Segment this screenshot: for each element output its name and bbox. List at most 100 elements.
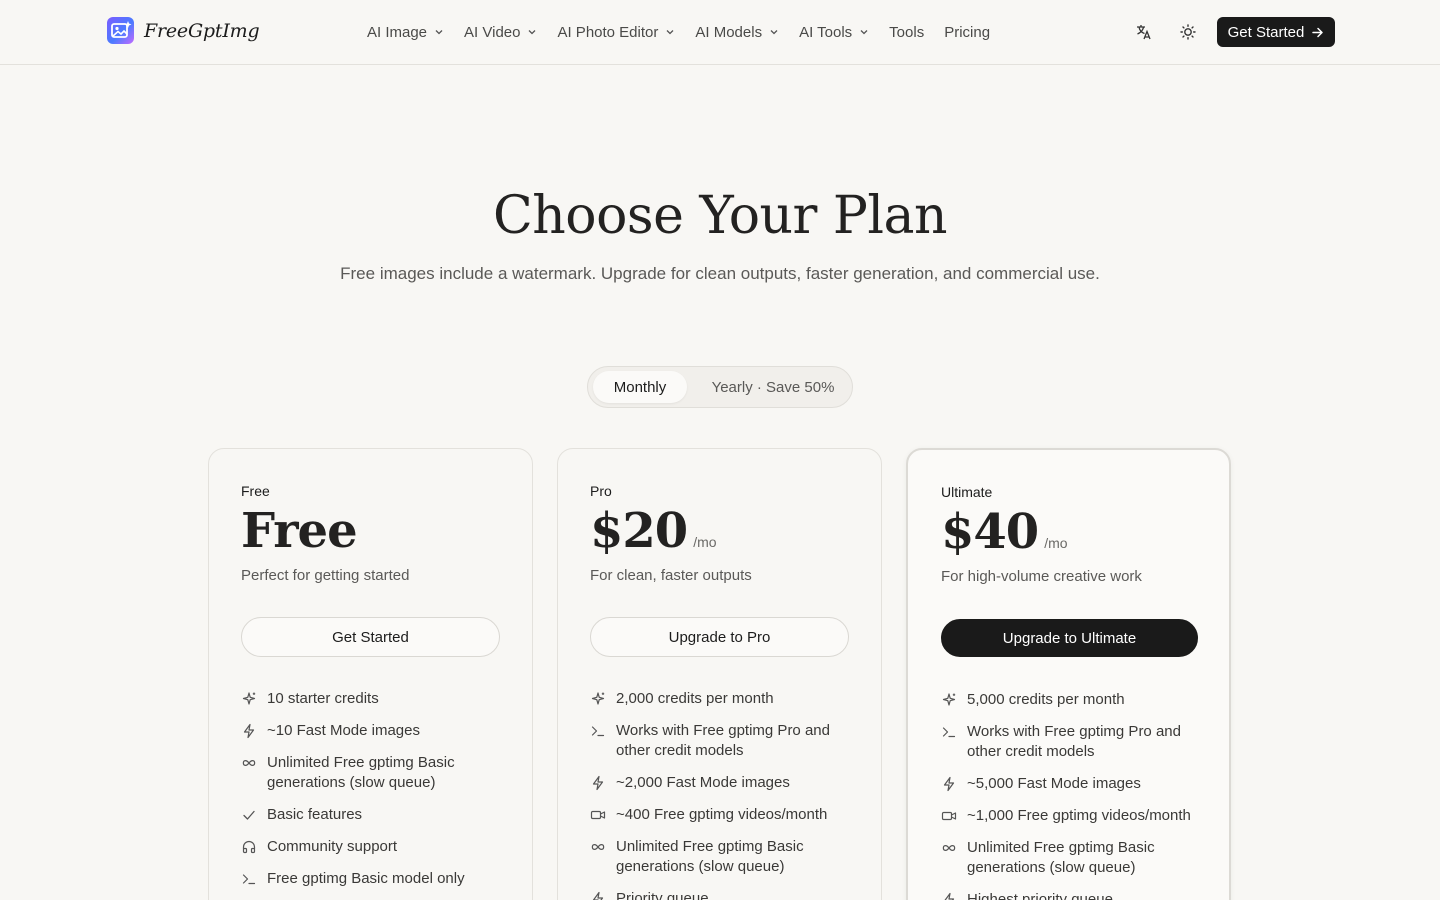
main-nav: AI Image AI Video AI Photo Editor AI Mod…: [367, 21, 1010, 43]
feature-item: Free gptimg Basic model only: [241, 869, 511, 889]
chevron-down-icon: [435, 30, 443, 35]
page-title: Choose Your Plan: [493, 186, 947, 246]
feature-text: Highest priority queue: [967, 891, 1113, 900]
feature-item: 10 starter credits: [241, 689, 511, 709]
feature-item: ~5,000 Fast Mode images: [941, 774, 1211, 794]
feature-text: 2,000 credits per month: [616, 690, 774, 707]
feature-text: Unlimited Free gptimg Basic generations …: [616, 838, 804, 875]
lightning-icon: [944, 892, 955, 900]
feature-text: Works with Free gptimg Pro and other cre…: [967, 723, 1181, 760]
feature-text: Priority queue: [616, 890, 709, 900]
page-subtitle: Free images include a watermark. Upgrade…: [340, 264, 1100, 283]
upgrade-pro-button[interactable]: Upgrade to Pro: [590, 617, 849, 657]
feature-item: Works with Free gptimg Pro and other cre…: [941, 722, 1211, 762]
feature-text: Unlimited Free gptimg Basic generations …: [967, 839, 1155, 876]
terminal-icon: [242, 874, 256, 885]
feature-item: Unlimited Free gptimg Basic generations …: [241, 753, 511, 793]
feature-text: Unlimited Free gptimg Basic generations …: [267, 754, 455, 791]
feature-item: ~2,000 Fast Mode images: [590, 773, 860, 793]
translate-icon[interactable]: [1134, 22, 1154, 42]
feature-item: Unlimited Free gptimg Basic generations …: [941, 838, 1211, 878]
nav-label: AI Photo Editor: [557, 23, 659, 41]
feature-text: 5,000 credits per month: [967, 691, 1125, 708]
feature-text: ~5,000 Fast Mode images: [967, 775, 1141, 792]
plan-description: For clean, faster outputs: [590, 567, 752, 584]
upgrade-ultimate-button[interactable]: Upgrade to Ultimate: [941, 619, 1198, 657]
feature-item: ~10 Fast Mode images: [241, 721, 511, 741]
price-period: /mo: [1044, 535, 1068, 551]
billing-toggle: Monthly Yearly · Save 50%: [587, 366, 853, 408]
lightning-icon: [592, 891, 604, 900]
plan-name: Pro: [590, 483, 612, 499]
nav-item-ai-models[interactable]: AI Models: [695, 21, 779, 43]
sparkles-icon: [591, 692, 605, 705]
billing-option-yearly[interactable]: Yearly · Save 50%: [698, 371, 848, 403]
nav-label: AI Models: [695, 23, 763, 41]
get-started-button[interactable]: Get Started: [1217, 17, 1335, 47]
price-period: /mo: [693, 534, 717, 550]
nav-item-ai-photo-editor[interactable]: AI Photo Editor: [557, 21, 675, 43]
feature-item: Community support: [241, 837, 511, 857]
nav-item-pricing[interactable]: Pricing: [944, 21, 990, 43]
nav-label: Pricing: [944, 23, 991, 41]
billing-option-monthly[interactable]: Monthly: [593, 371, 687, 403]
price-value: Free: [241, 503, 358, 559]
video-icon: [941, 811, 957, 821]
feature-text: Basic features: [267, 806, 363, 823]
plan-card-ultimate: Ultimate $40 /mo For high-volume creativ…: [906, 448, 1231, 900]
plan-name: Ultimate: [941, 484, 993, 500]
nav-label: Tools: [889, 23, 925, 41]
plan-name: Free: [241, 483, 270, 499]
feature-item: Unlimited Free gptimg Basic generations …: [590, 837, 860, 877]
feature-text: Works with Free gptimg Pro and other cre…: [616, 722, 830, 759]
feature-item: 2,000 credits per month: [590, 689, 860, 709]
feature-text: 10 starter credits: [267, 690, 379, 707]
plan-description: For high-volume creative work: [941, 568, 1142, 585]
plan-card-free: Free Free Perfect for getting started Ge…: [208, 448, 533, 900]
video-icon: [590, 810, 606, 820]
feature-item: Works with Free gptimg Pro and other cre…: [590, 721, 860, 761]
feature-list: 10 starter credits ~10 Fast Mode images Un…: [241, 689, 511, 900]
get-started-plan-button[interactable]: Get Started: [241, 617, 500, 657]
chevron-down-icon: [770, 30, 778, 35]
plan-card-pro: Pro $20 /mo For clean, faster outputs Up…: [557, 448, 882, 900]
lightning-icon: [243, 723, 255, 739]
chevron-down-icon: [529, 30, 536, 35]
logo-icon: [107, 17, 134, 44]
plan-price: Free: [241, 503, 358, 559]
nav-item-ai-tools[interactable]: AI Tools: [799, 21, 869, 43]
arrow-right-icon: [1312, 27, 1324, 37]
plan-price: $40 /mo: [941, 504, 1068, 560]
chevron-down-icon: [860, 30, 868, 35]
terminal-icon: [942, 727, 956, 738]
brand-logo[interactable]: FreeGptImg: [107, 17, 260, 44]
plan-description: Perfect for getting started: [241, 567, 410, 584]
feature-text: ~400 Free gptimg videos/month: [616, 806, 828, 823]
feature-item: ~400 Free gptimg videos/month: [590, 805, 860, 825]
nav-label: AI Video: [464, 23, 521, 41]
lightning-icon: [943, 776, 955, 792]
nav-item-tools[interactable]: Tools: [889, 21, 924, 43]
sparkles-icon: [942, 693, 956, 706]
chevron-down-icon: [666, 30, 674, 35]
nav-label: AI Image: [367, 23, 428, 41]
nav-item-ai-video[interactable]: AI Video: [464, 21, 537, 43]
sparkles-icon: [242, 692, 256, 705]
feature-text: Free gptimg Basic model only: [267, 870, 465, 887]
feature-text: Community support: [267, 838, 398, 855]
site-header: FreeGptImg AI Image AI Video AI Photo Ed…: [0, 0, 1440, 65]
price-value: $20: [590, 503, 688, 559]
infinity-icon: [942, 845, 956, 851]
nav-item-ai-image[interactable]: AI Image: [367, 21, 444, 43]
get-started-label: Get Started: [1227, 23, 1305, 41]
feature-item: ~1,000 Free gptimg videos/month: [941, 806, 1211, 826]
plan-price: $20 /mo: [590, 503, 717, 559]
feature-text: ~10 Fast Mode images: [267, 722, 420, 739]
feature-text: ~2,000 Fast Mode images: [616, 774, 790, 791]
headphones-icon: [242, 840, 256, 854]
feature-item: Priority queue: [590, 889, 860, 900]
price-value: $40: [941, 504, 1039, 560]
sun-icon[interactable]: [1178, 22, 1198, 42]
feature-text: ~1,000 Free gptimg videos/month: [967, 807, 1191, 824]
infinity-icon: [591, 844, 605, 850]
